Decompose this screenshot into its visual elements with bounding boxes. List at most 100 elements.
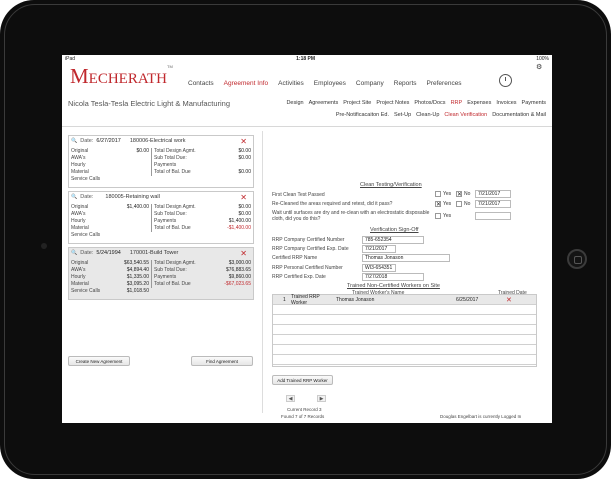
q1-no-checkbox[interactable]: ✕ xyxy=(456,191,462,198)
agreement-right-column: Total Design Agmt. $3,000.00 Sub Total Due… xyxy=(151,260,251,288)
sub-nav-item[interactable]: Design xyxy=(286,100,303,106)
amount-label: Material xyxy=(71,281,89,287)
worker-role: Trained RRP Worker xyxy=(291,293,320,306)
agreement-card[interactable]: 🔍 Date: 180005-Retaining wall ✕ Original $1,4… xyxy=(68,191,254,244)
main-nav-item[interactable]: Contacts xyxy=(188,80,214,87)
amount-row: Hourly xyxy=(71,162,149,169)
table-row[interactable] xyxy=(273,305,536,315)
verification-input[interactable]: Thomas Jonason xyxy=(362,254,450,262)
delete-icon[interactable]: ✕ xyxy=(240,249,247,258)
q1-yes-checkbox[interactable] xyxy=(435,191,441,197)
main-nav-item[interactable]: Agreement Info xyxy=(224,80,268,87)
amount-value: $63,540.55 xyxy=(123,260,149,266)
table-row[interactable] xyxy=(273,355,536,365)
total-row: Total Design Agmt. $0.00 xyxy=(154,204,251,211)
gear-icon[interactable]: ⚙ xyxy=(536,63,542,71)
amount-value: $1,335.00 xyxy=(126,274,149,280)
delete-icon[interactable]: ✕ xyxy=(240,193,247,202)
agreement-date: 5/24/1994 xyxy=(96,250,121,256)
table-row[interactable]: 1 Trained RRP Worker Thomas Jonason 6/25/20… xyxy=(273,293,536,306)
amount-value: $3,095.20 xyxy=(126,281,149,287)
clock-icon[interactable] xyxy=(499,74,512,87)
sub-nav-item[interactable]: Documentation & Mail xyxy=(492,112,546,118)
magnifier-icon[interactable]: 🔍 xyxy=(71,194,77,200)
prev-record-button[interactable]: ◀ xyxy=(286,395,295,402)
create-agreement-button[interactable]: Create New Agreement xyxy=(68,356,130,366)
add-rrp-worker-button[interactable]: Add Trained RRP Worker xyxy=(272,375,333,385)
footer-bar: ◀ ▶ Current Record 3 Found 7 of 7 Record… xyxy=(62,389,552,423)
sub-nav-item[interactable]: Invoices xyxy=(496,100,516,106)
sub-nav-item[interactable]: Photos/Docs xyxy=(414,100,445,106)
main-nav-item[interactable]: Activities xyxy=(278,80,304,87)
total-value: $9,860.00 xyxy=(228,274,251,280)
main-nav-item[interactable]: Company xyxy=(356,80,384,87)
magnifier-icon[interactable]: 🔍 xyxy=(71,250,77,256)
total-row: Total of Bal. Due -$67,023.65 xyxy=(154,281,251,288)
q2-no-checkbox[interactable] xyxy=(456,201,462,207)
home-button[interactable] xyxy=(567,249,587,269)
trained-workers-title: Trained Non-Certified Workers on Site xyxy=(347,283,440,289)
sub-nav-item[interactable]: RRP xyxy=(451,100,463,106)
table-row[interactable] xyxy=(273,315,536,325)
q3-yes-checkbox[interactable] xyxy=(435,213,441,219)
magnifier-icon[interactable]: 🔍 xyxy=(71,138,77,144)
logo-tm: TM xyxy=(167,64,173,69)
table-row[interactable] xyxy=(273,345,536,355)
total-row: Sub Total Due: $0.00 xyxy=(154,155,251,162)
company-name: Nicola Tesla-Tesla Electric Light & Manu… xyxy=(68,99,231,108)
date-label: Date: xyxy=(80,138,94,144)
delete-icon[interactable]: ✕ xyxy=(240,137,247,146)
main-nav-item[interactable]: Preferences xyxy=(427,80,462,87)
q1-yes-label: Yes xyxy=(443,191,452,197)
amount-label: Material xyxy=(71,169,89,175)
sub-nav-item[interactable]: Clean-Up xyxy=(416,112,439,118)
agreement-card[interactable]: 🔍 Date: 6/27/2017 180006-Electrical work ✕ Or… xyxy=(68,135,254,188)
logged-in-label: Douglas Engelbart is currently Logged In xyxy=(440,414,522,419)
sub-nav-item[interactable]: Expenses xyxy=(467,100,491,106)
delete-icon[interactable]: ✕ xyxy=(506,296,512,304)
total-label: Sub Total Due: xyxy=(154,267,187,273)
total-label: Payments xyxy=(154,162,177,168)
amount-row: Material $3,095.20 xyxy=(71,281,149,288)
amount-label: AWA's xyxy=(71,267,86,273)
sub-nav-item[interactable]: Pre-Notificacaiton Ed. xyxy=(336,112,389,118)
sub-nav-item[interactable]: Project Notes xyxy=(376,100,409,106)
sub-nav-item[interactable]: Payments xyxy=(522,100,546,106)
front-camera xyxy=(41,243,47,249)
agreement-date: 6/27/2017 xyxy=(96,138,121,144)
q1-date-input[interactable]: 7/21/2017 xyxy=(475,190,511,198)
q2-date-input[interactable]: 7/21/2017 xyxy=(475,200,511,208)
date-label: Date: xyxy=(80,194,94,200)
amount-label: Hourly xyxy=(71,274,86,280)
verification-input[interactable]: 7/27/2018 xyxy=(362,273,424,281)
sub-nav-item[interactable]: Clean Verification xyxy=(444,112,487,118)
chevron-left-icon: ◀ xyxy=(288,395,293,402)
table-row[interactable] xyxy=(273,335,536,345)
table-row[interactable] xyxy=(273,325,536,335)
sub-nav-item[interactable]: Set-Up xyxy=(394,112,411,118)
next-record-button[interactable]: ▶ xyxy=(317,395,326,402)
total-label: Sub Total Due: xyxy=(154,211,187,217)
main-nav-item[interactable]: Reports xyxy=(394,80,417,87)
verification-input[interactable]: WI3-654351 xyxy=(362,264,396,272)
verification-label: RRP Company Certified Number xyxy=(272,237,345,243)
amount-value: $4,894.40 xyxy=(126,267,149,273)
amount-label: Hourly xyxy=(71,162,86,168)
q3-date-input[interactable] xyxy=(475,212,511,220)
verification-input[interactable]: 7/21/2017 xyxy=(362,245,396,253)
found-records-label: Found 7 of 7 Records xyxy=(281,414,325,419)
sub-nav-item[interactable]: Agreements xyxy=(309,100,339,106)
verification-input[interactable]: 785-652354 xyxy=(362,236,424,244)
main-nav-item[interactable]: Employees xyxy=(314,80,346,87)
q3-yes-label: Yes xyxy=(443,213,452,219)
total-label: Total of Bal. Due xyxy=(154,281,191,287)
total-row: Total Design Agmt. $3,000.00 xyxy=(154,260,251,267)
find-agreement-button[interactable]: Find Agreement xyxy=(191,356,253,366)
agreement-card[interactable]: 🔍 Date: 5/24/1994 170001-Build Tower ✕ Origin… xyxy=(68,247,254,300)
q2-yes-checkbox[interactable]: ✕ xyxy=(435,201,441,208)
row-number: 1 xyxy=(283,296,286,303)
agreement-card-header: 🔍 Date: 180005-Retaining wall xyxy=(71,194,160,200)
total-value: $0.00 xyxy=(238,148,251,154)
agreements-list: 🔍 Date: 6/27/2017 180006-Electrical work ✕ Or… xyxy=(68,135,254,303)
sub-nav-item[interactable]: Project Site xyxy=(343,100,371,106)
